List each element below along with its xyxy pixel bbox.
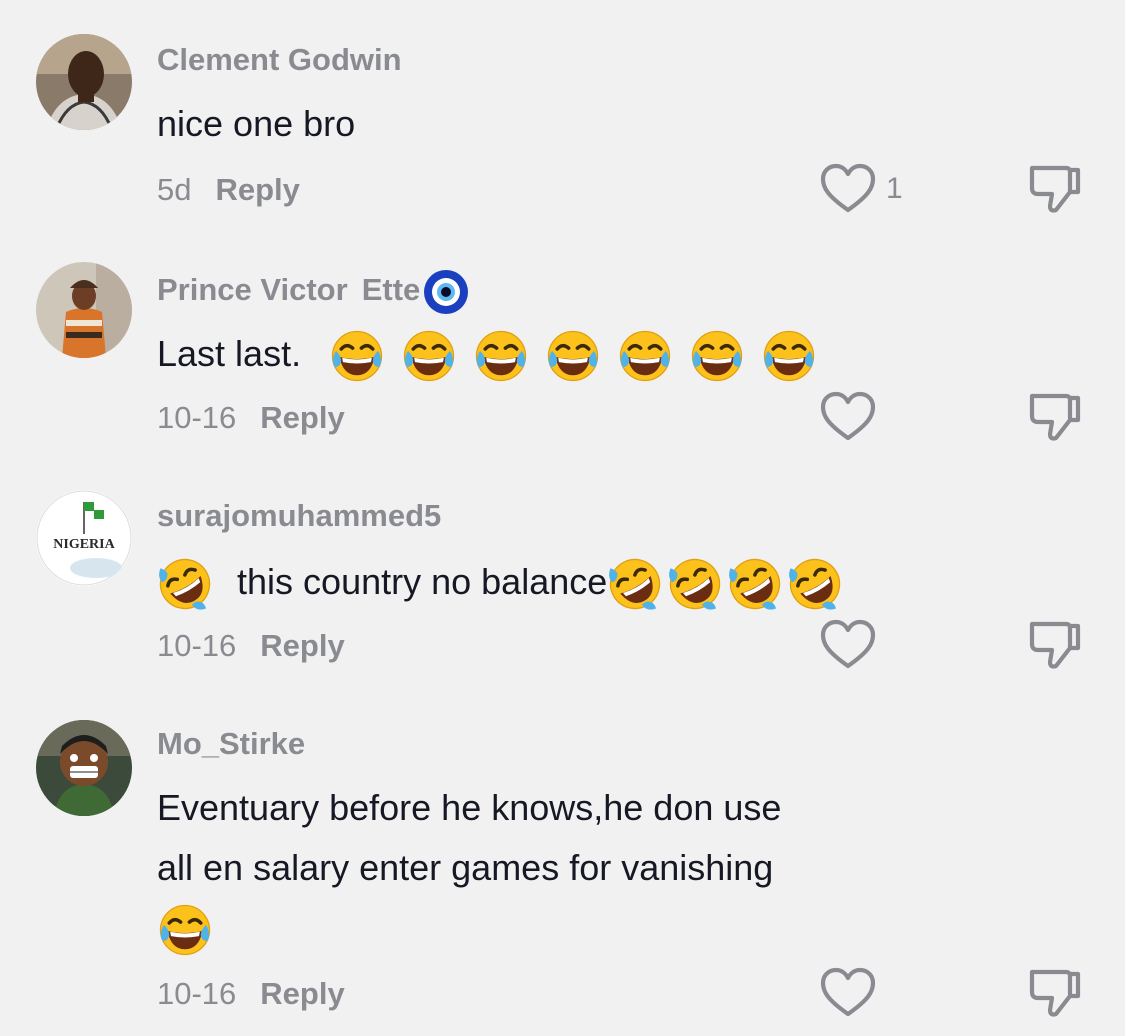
- nazar-amulet-icon: [424, 270, 469, 314]
- face-with-tears-of-joy-emoji: [473, 328, 529, 384]
- reply-button[interactable]: Reply: [260, 400, 344, 435]
- heart-icon: [818, 390, 878, 444]
- reply-button[interactable]: Reply: [215, 172, 299, 207]
- comment-text: this country no balance: [157, 552, 843, 612]
- comment-meta: 10-16 Reply: [157, 628, 345, 664]
- like-button[interactable]: [818, 162, 878, 216]
- like-button[interactable]: [818, 966, 878, 1020]
- dislike-button[interactable]: [1026, 618, 1082, 672]
- dislike-button[interactable]: [1026, 390, 1082, 444]
- dislike-button[interactable]: [1026, 162, 1082, 216]
- like-button[interactable]: [818, 618, 878, 672]
- thumbs-down-icon: [1026, 162, 1082, 216]
- username-text[interactable]: Mo_Stirke: [157, 726, 305, 761]
- face-with-tears-of-joy-emoji: [617, 328, 673, 384]
- comment-text-line: all en salary enter games for vanishing: [157, 847, 774, 888]
- like-count: 1: [886, 172, 903, 205]
- username[interactable]: Prince Victor Ette: [157, 268, 470, 316]
- reply-button[interactable]: Reply: [260, 976, 344, 1011]
- comment-text: nice one bro: [157, 94, 355, 154]
- username[interactable]: surajomuhammed5: [157, 498, 441, 534]
- heart-icon: [818, 162, 878, 216]
- thumbs-down-icon: [1026, 618, 1082, 672]
- comment-text: Last last.: [157, 324, 817, 384]
- username-text[interactable]: surajomuhammed5: [157, 498, 441, 533]
- reply-button[interactable]: Reply: [260, 628, 344, 663]
- username-text[interactable]: Clement Godwin: [157, 42, 402, 77]
- face-with-tears-of-joy-emoji: [761, 328, 817, 384]
- heart-icon: [818, 618, 878, 672]
- timestamp: 5d: [157, 172, 192, 207]
- comment-text-content: nice one bro: [157, 103, 356, 144]
- rolling-on-floor-laughing-emoji: [607, 556, 663, 612]
- timestamp: 10-16: [157, 400, 237, 435]
- comment-meta: 10-16 Reply: [157, 400, 345, 436]
- like-button[interactable]: [818, 390, 878, 444]
- heart-icon: [818, 966, 878, 1020]
- comment-meta: 10-16 Reply: [157, 976, 345, 1012]
- face-with-tears-of-joy-emoji: [545, 328, 601, 384]
- comment-text-content: this country no balance: [237, 561, 608, 602]
- timestamp: 10-16: [157, 976, 237, 1011]
- comment-text-content: Last last.: [157, 333, 302, 374]
- timestamp: 10-16: [157, 628, 237, 663]
- username[interactable]: Clement Godwin: [157, 42, 402, 78]
- username-suffix[interactable]: Ette: [362, 272, 421, 307]
- comment-text: Eventuary before he knows,he don use all…: [157, 778, 781, 958]
- face-with-tears-of-joy-emoji: [157, 902, 213, 958]
- rolling-on-floor-laughing-emoji: [667, 556, 723, 612]
- comment-meta: 5d Reply: [157, 172, 300, 208]
- dislike-button[interactable]: [1026, 966, 1082, 1020]
- rolling-on-floor-laughing-emoji: [787, 556, 843, 612]
- rolling-on-floor-laughing-emoji: [157, 556, 213, 612]
- face-with-tears-of-joy-emoji: [329, 328, 385, 384]
- thumbs-down-icon: [1026, 390, 1082, 444]
- avatar[interactable]: [36, 34, 132, 130]
- avatar[interactable]: [36, 262, 132, 358]
- username[interactable]: Mo_Stirke: [157, 726, 305, 762]
- avatar[interactable]: [36, 720, 132, 816]
- comment-text-line: Eventuary before he knows,he don use: [157, 787, 782, 828]
- face-with-tears-of-joy-emoji: [401, 328, 457, 384]
- avatar-logo-text: NIGERIA: [53, 537, 115, 552]
- rolling-on-floor-laughing-emoji: [727, 556, 783, 612]
- username-text[interactable]: Prince Victor: [157, 272, 348, 307]
- face-with-tears-of-joy-emoji: [689, 328, 745, 384]
- avatar[interactable]: NIGERIA: [36, 490, 132, 586]
- thumbs-down-icon: [1026, 966, 1082, 1020]
